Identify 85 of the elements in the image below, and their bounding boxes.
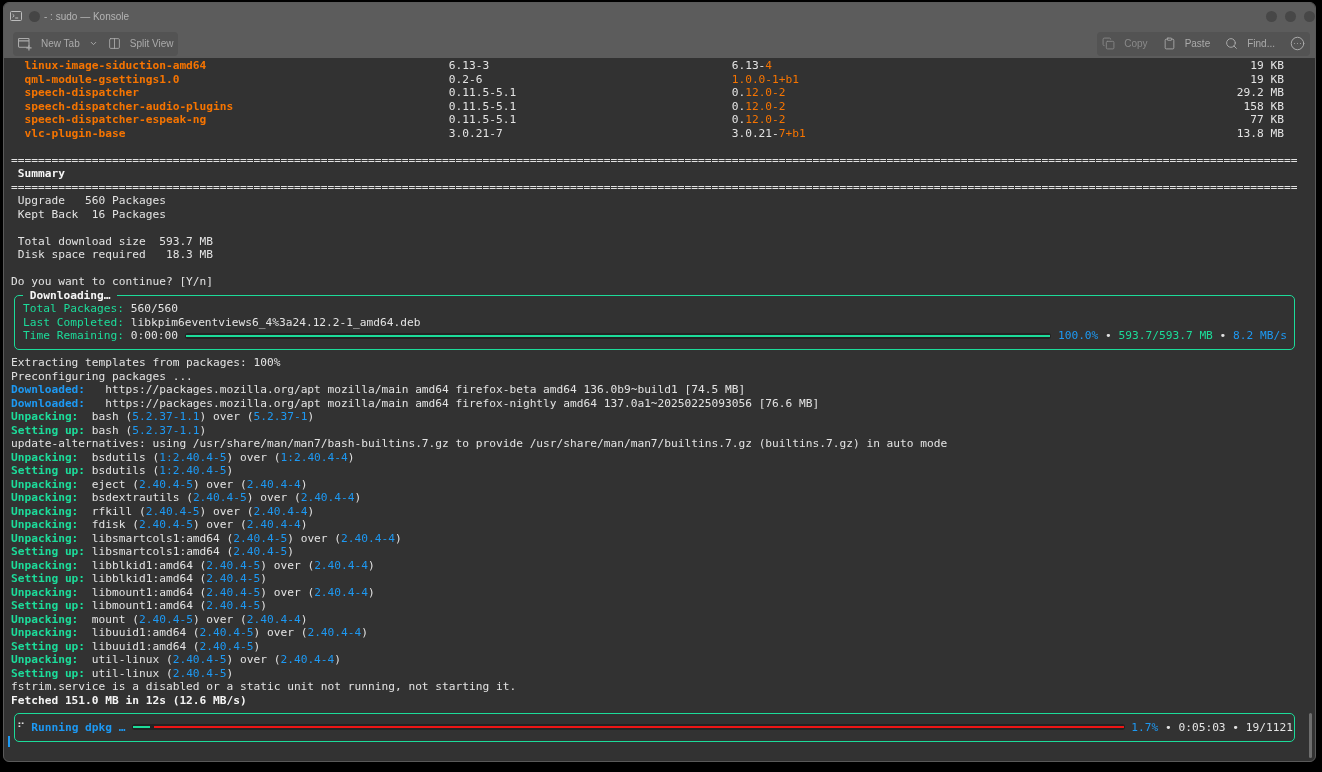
log-line: Fetched 151.0 MB in 12s (12.6 MB/s) bbox=[11, 693, 247, 707]
task-label: Running dpkg … bbox=[31, 720, 126, 734]
summary-line: Kept Back 16 Packages bbox=[17, 207, 166, 221]
window-title: - : sudo — Konsole bbox=[44, 9, 130, 24]
log-line: Extracting templates from packages: 100% bbox=[11, 356, 281, 370]
old-version: 0.11.5-5.1 bbox=[448, 86, 517, 99]
log-line: Unpacking: rfkill (2.40.4-5) over (2.40.4-4) bbox=[11, 504, 315, 518]
new-tab-icon bbox=[18, 36, 32, 51]
prompt-line: Do you want to continue? [Y/n] bbox=[11, 275, 214, 289]
summary-heading: Summary bbox=[17, 167, 65, 180]
package-size: 77 KB bbox=[1250, 113, 1284, 126]
log-line: Unpacking: bsdutils (1:2.40.4-5) over (1:2.40.4-4) bbox=[11, 450, 355, 464]
field-value: 0:00:00 bbox=[130, 329, 178, 343]
new-version: 1.0.0-1+b1 bbox=[731, 72, 800, 86]
new-version: 6.13-4 bbox=[731, 59, 773, 72]
separator-line: =============================================================================================================================================================================================== bbox=[11, 153, 1298, 167]
separator-line: =============================================================================================================================================================================================== bbox=[11, 180, 1298, 194]
log-line: Setting up: util-linux (2.40.4-5) bbox=[11, 666, 234, 680]
field-label: Total Packages: bbox=[23, 302, 125, 316]
old-version: 6.13-3 bbox=[448, 59, 490, 72]
package-name: speech-dispatcher-audio-plugins bbox=[24, 99, 234, 113]
log-line: Unpacking: libuuid1:amd64 (2.40.4-5) over (2.40.4-4) bbox=[11, 626, 369, 640]
progress-stats: 100.0% • 593.7/593.7 MB • 8.2 MB/s bbox=[1057, 329, 1287, 343]
log-line: Setting up: libsmartcols1:amd64 (2.40.4-5) bbox=[11, 545, 294, 559]
paste-button[interactable]: Paste bbox=[1158, 33, 1215, 54]
package-name: linux-image-siduction-amd64 bbox=[24, 59, 207, 72]
log-line: Downloaded: https://packages.mozilla.org/apt mozilla/main amd64 firefox-beta amd64 136.0b9~build1 [74.5 MB] bbox=[11, 383, 746, 397]
new-version: 0.12.0-2 bbox=[731, 99, 786, 113]
field-label: Time Remaining: bbox=[23, 329, 125, 343]
new-version: 0.12.0-2 bbox=[731, 86, 786, 99]
split-view-button[interactable]: Split View bbox=[103, 33, 178, 54]
log-line: Setting up: bsdutils (1:2.40.4-5) bbox=[11, 464, 234, 478]
log-line: Setting up: libmount1:amd64 (2.40.4-5) bbox=[11, 599, 267, 613]
new-tab-button[interactable]: New Tab bbox=[14, 33, 102, 54]
summary-line: Disk space required 18.3 MB bbox=[17, 248, 214, 261]
package-name: qml-module-gsettings1.0 bbox=[24, 72, 180, 86]
log-line: Unpacking: bsdextrautils (2.40.4-5) over (2.40.4-4) bbox=[11, 491, 362, 505]
spinner-icon: ⠋ bbox=[16, 720, 25, 734]
log-line: Unpacking: mount (2.40.4-5) over (2.40.4-4) bbox=[11, 612, 308, 626]
new-version: 0.12.0-2 bbox=[731, 113, 786, 126]
text-cursor bbox=[8, 735, 10, 747]
summary-line: Upgrade 560 Packages bbox=[17, 194, 166, 207]
search-icon bbox=[1225, 37, 1239, 50]
clipboard-icon bbox=[1162, 37, 1176, 50]
field-label: Last Completed: bbox=[23, 315, 125, 329]
new-version: 3.0.21-7+b1 bbox=[731, 126, 806, 140]
field-value: libkpim6eventviews6_4%3a24.12.2-1_amd64.deb bbox=[130, 315, 421, 329]
package-name: speech-dispatcher-espeak-ng bbox=[24, 113, 207, 126]
package-size: 158 KB bbox=[1243, 99, 1284, 113]
copy-icon bbox=[1102, 37, 1116, 50]
log-line: Setting up: libuuid1:amd64 (2.40.4-5) bbox=[11, 639, 261, 653]
log-line: Unpacking: util-linux (2.40.4-5) over (2.40.4-4) bbox=[11, 653, 342, 667]
panel-title: Downloading… bbox=[28, 288, 112, 302]
log-line: Setting up: bash (5.2.37-1.1) bbox=[11, 423, 207, 437]
summary-line: Total download size 593.7 MB bbox=[17, 234, 214, 248]
package-size: 19 KB bbox=[1250, 72, 1284, 86]
old-version: 0.11.5-5.1 bbox=[448, 99, 517, 113]
split-view-icon bbox=[107, 37, 121, 50]
log-line: Setting up: libblkid1:amd64 (2.40.4-5) bbox=[11, 572, 267, 586]
log-line: Downloaded: https://packages.mozilla.org/apt mozilla/main amd64 firefox-nightly amd64 137.0a1~20250225093056 [76.6 MB] bbox=[11, 396, 820, 410]
log-line: Unpacking: libblkid1:amd64 (2.40.4-5) over (2.40.4-4) bbox=[11, 558, 375, 572]
close-button[interactable] bbox=[1304, 10, 1315, 22]
log-line: update-alternatives: using /usr/share/man/man7/bash-builtins.7.gz to provide /usr/share/man/man7/builtins.7.gz (builtins.7.gz) in auto mode bbox=[11, 437, 948, 451]
caret-icon bbox=[88, 39, 98, 48]
package-size: 19 KB bbox=[1250, 59, 1284, 72]
log-line: Unpacking: eject (2.40.4-5) over (2.40.4-4) bbox=[11, 477, 308, 491]
log-line: Preconfiguring packages ... bbox=[11, 369, 193, 383]
old-version: 3.0.21-7 bbox=[448, 126, 503, 140]
terminal-icon bbox=[10, 11, 22, 21]
log-line: fstrim.service is a disabled or a static unit not running, not starting it. bbox=[11, 680, 517, 694]
package-size: 29.2 MB bbox=[1236, 86, 1284, 99]
field-value: 560/560 bbox=[130, 302, 178, 316]
find-button[interactable]: Find... bbox=[1221, 33, 1279, 54]
menu-icon bbox=[1290, 36, 1305, 51]
old-version: 0.11.5-5.1 bbox=[448, 113, 517, 126]
log-line: Unpacking: bash (5.2.37-1.1) over (5.2.37-1) bbox=[11, 410, 315, 424]
package-size: 13.8 MB bbox=[1236, 126, 1284, 140]
log-line: Unpacking: fdisk (2.40.4-5) over (2.40.4-4) bbox=[11, 518, 308, 532]
package-name: speech-dispatcher bbox=[24, 86, 139, 99]
progress-stats: 1.7% • 0:05:03 • 19/1121 bbox=[1131, 720, 1293, 734]
log-line: Unpacking: libmount1:amd64 (2.40.4-5) over (2.40.4-4) bbox=[11, 585, 375, 599]
old-version: 0.2-6 bbox=[448, 72, 483, 86]
package-name: vlc-plugin-base bbox=[24, 126, 126, 140]
scrollbar-thumb[interactable] bbox=[1309, 713, 1312, 758]
log-line: Unpacking: libsmartcols1:amd64 (2.40.4-5) over (2.40.4-4) bbox=[11, 531, 402, 545]
